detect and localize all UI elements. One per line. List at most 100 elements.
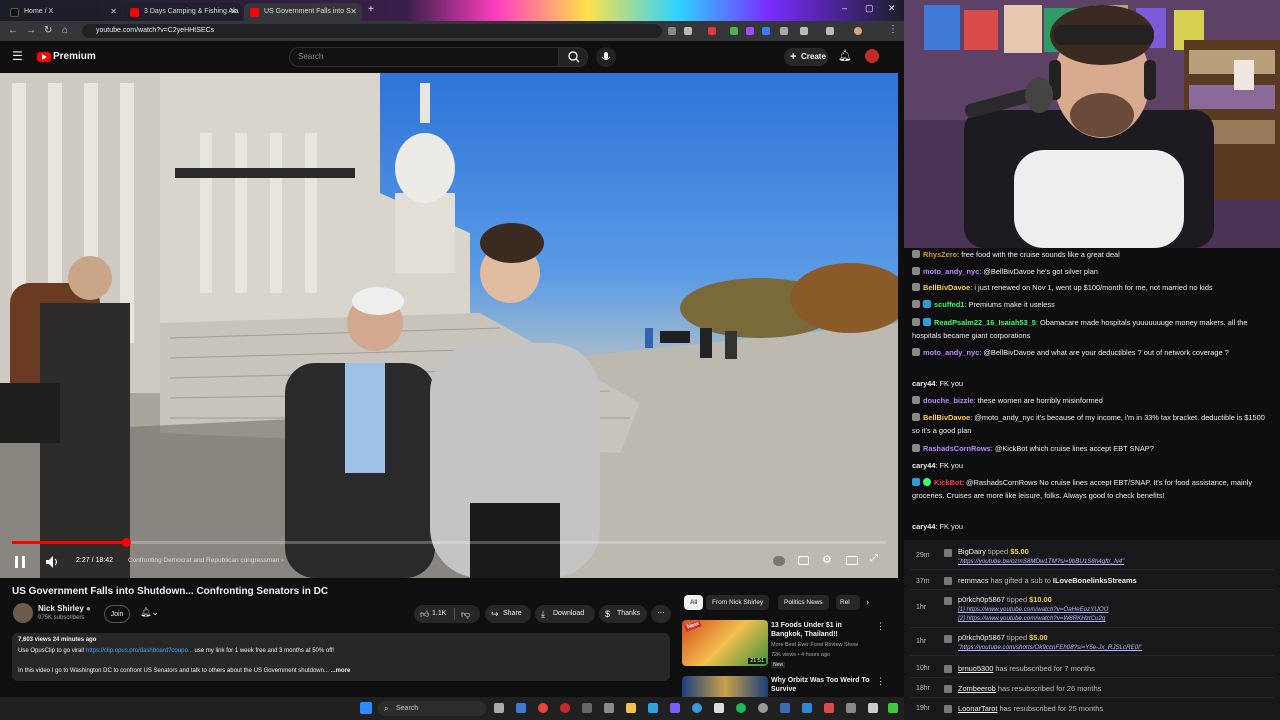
recommendation-thumbnail[interactable]	[682, 676, 768, 697]
back-icon[interactable]: ←	[8, 25, 18, 37]
search-button[interactable]	[558, 47, 588, 67]
search-input[interactable]: Search	[289, 47, 559, 67]
app-icon[interactable]	[582, 703, 592, 713]
recommendation-title[interactable]: 13 Foods Under $1 in Bangkok, Thailand!!	[771, 621, 871, 639]
chapter-title[interactable]: Confronting Democrat and Republican cong…	[128, 557, 283, 564]
event-link[interactable]: "https://youtube.com/shorts/Ok9ccnFEh08?…	[958, 644, 1142, 651]
download-button[interactable]: ⤓ Download	[535, 605, 595, 623]
windows-start-icon[interactable]	[360, 702, 372, 714]
seek-bar[interactable]	[12, 538, 886, 547]
subtitles-icon[interactable]	[798, 556, 809, 565]
extension-icon[interactable]	[746, 27, 754, 35]
event-link[interactable]: [2] https://www.youtube.com/watch?v=W8RK…	[958, 615, 1105, 622]
app-icon[interactable]	[846, 703, 856, 713]
recommendation-title[interactable]: Why Orbitz Was Too Weird To Survive	[771, 676, 871, 694]
app-icon[interactable]	[560, 703, 570, 713]
tab-shutdown-video[interactable]: US Government Falls into S ✕	[244, 3, 362, 21]
app-icon[interactable]	[604, 703, 614, 713]
share-button[interactable]: ↪ Share	[485, 605, 531, 623]
thanks-button[interactable]: $ Thanks	[599, 605, 647, 623]
bookmark-star-icon[interactable]	[684, 27, 692, 35]
app-icon[interactable]	[824, 703, 834, 713]
miniplayer-icon[interactable]	[846, 556, 858, 565]
more-actions-button[interactable]: ⋯	[651, 605, 671, 623]
file-explorer-icon[interactable]	[626, 703, 636, 713]
event-link[interactable]: "https://youtube.be/ozmS8MDw1TM?si=9bBU1…	[958, 558, 1124, 565]
spotify-icon[interactable]	[736, 703, 746, 713]
close-icon[interactable]: ✕	[350, 3, 357, 21]
extension-icon[interactable]	[708, 27, 716, 35]
chat-username[interactable]: scuffed1	[934, 300, 964, 309]
chat-username[interactable]: RashadsCornRows	[923, 444, 991, 453]
chip-related[interactable]: Rel	[836, 595, 860, 610]
chat-username[interactable]: cary44	[912, 461, 935, 470]
settings-gear-icon[interactable]: ⚙	[822, 553, 832, 566]
dislike-icon[interactable]: 👎︎	[461, 605, 470, 623]
profile-avatar[interactable]	[854, 27, 862, 35]
minimize-icon[interactable]: –	[842, 3, 847, 13]
app-icon[interactable]	[802, 703, 812, 713]
channel-avatar[interactable]	[13, 603, 33, 623]
join-button[interactable]: Join	[104, 605, 130, 623]
app-icon[interactable]	[888, 703, 898, 713]
recommendation-thumbnail[interactable]: New 21:51	[682, 620, 768, 666]
extension-icon[interactable]	[780, 27, 788, 35]
description-link[interactable]: https://clip.opus.pro/dashboard?coupo...	[86, 648, 193, 654]
chevron-right-icon[interactable]: ›	[866, 597, 869, 607]
recommendation-channel[interactable]: More Best Ever Food Review Show	[771, 642, 858, 648]
puzzle-icon[interactable]	[800, 27, 808, 35]
chat-username[interactable]: BellBivDavoe	[923, 413, 970, 422]
notifications-bell-icon[interactable]: 🔔︎	[838, 49, 852, 62]
maximize-icon[interactable]: ▢	[865, 3, 874, 14]
app-icon[interactable]	[780, 703, 790, 713]
chat-username[interactable]: moto_andy_nyc	[923, 348, 979, 357]
new-tab-icon[interactable]: +	[368, 4, 374, 15]
close-icon[interactable]: ✕	[110, 3, 117, 21]
fullscreen-icon[interactable]: ⤢	[870, 553, 878, 564]
tab-home-x[interactable]: Home / X ✕	[4, 3, 122, 21]
like-icon[interactable]: 👍︎	[420, 605, 429, 623]
taskbar-search[interactable]: ⌕ Search	[378, 701, 486, 716]
channel-name[interactable]: Nick Shirley ●	[38, 604, 91, 613]
extension-icon[interactable]	[762, 27, 770, 35]
close-icon[interactable]: ✕	[230, 3, 237, 21]
url-field[interactable]: youtube.com/watch?v=C2yeHHtSECs	[82, 24, 662, 38]
chat-username[interactable]: KickBot	[934, 478, 962, 487]
menu-dots-icon[interactable]: ⋮	[888, 24, 898, 35]
window-close-icon[interactable]: ✕	[888, 3, 896, 14]
tab-camping-video[interactable]: 3 Days Camping & Fishing Ala ✕	[124, 3, 242, 21]
subscribe-bell-icon[interactable]: 🔔︎⌄	[140, 607, 159, 618]
app-icon[interactable]	[714, 703, 724, 713]
chrome-icon[interactable]	[538, 703, 548, 713]
voice-search-button[interactable]	[596, 47, 616, 67]
menu-dots-icon[interactable]: ⋮	[876, 621, 885, 632]
pause-icon[interactable]	[13, 555, 27, 569]
home-icon[interactable]: ⌂	[62, 25, 68, 37]
chat-username[interactable]: ReadPsalm22_16_Isaiah53_5	[934, 318, 1036, 327]
app-icon[interactable]	[516, 703, 526, 713]
volume-icon[interactable]	[45, 555, 59, 569]
chat-username[interactable]: RhysZero	[923, 250, 957, 259]
app-icon[interactable]	[868, 703, 878, 713]
chip-all[interactable]: All	[684, 595, 704, 610]
sidebar-icon[interactable]	[826, 27, 834, 35]
like-count[interactable]: 1.1K	[432, 605, 446, 623]
app-icon[interactable]	[648, 703, 658, 713]
event-link[interactable]: [1] https://www.youtube.com/watch?v=OaHe…	[958, 606, 1108, 613]
menu-dots-icon[interactable]: ⋮	[876, 676, 885, 687]
chat-username[interactable]: BellBivDavoe	[923, 283, 970, 292]
reload-icon[interactable]: ↻	[44, 25, 52, 37]
extension-icon[interactable]	[730, 27, 738, 35]
app-icon[interactable]	[758, 703, 768, 713]
autoplay-toggle[interactable]	[773, 556, 785, 566]
app-icon[interactable]	[670, 703, 680, 713]
show-more-link[interactable]: ...more	[331, 668, 351, 674]
chat-username[interactable]: cary44	[912, 522, 935, 531]
chip-from-channel[interactable]: From Nick Shirley	[706, 595, 770, 610]
create-button[interactable]: + Create	[784, 48, 828, 66]
description-box[interactable]: 7,603 views 24 minutes ago Use OpusClip …	[12, 633, 670, 681]
account-avatar[interactable]	[865, 49, 879, 63]
app-icon[interactable]	[692, 703, 702, 713]
chip-politics-news[interactable]: Politics News	[778, 595, 829, 610]
chat-username[interactable]: douche_bizzle	[923, 396, 974, 405]
